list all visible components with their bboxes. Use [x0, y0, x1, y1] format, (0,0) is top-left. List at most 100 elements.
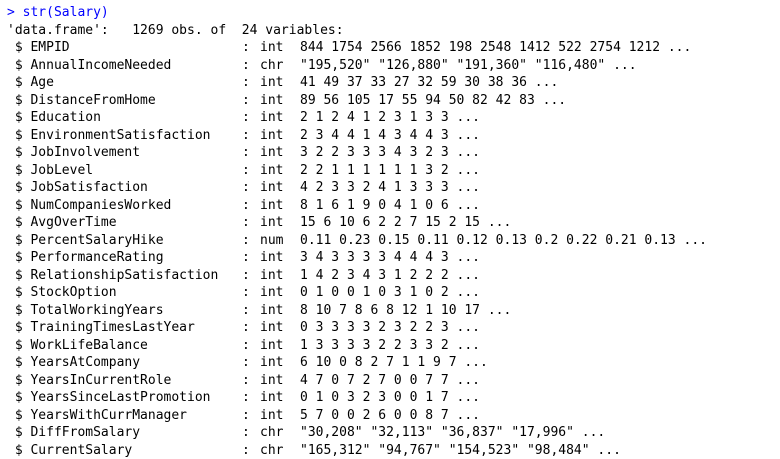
prompt-symbol: > [7, 5, 15, 20]
variable-values: 0.11 0.23 0.15 0.11 0.12 0.13 0.2 0.22 0… [300, 232, 707, 248]
variable-type: int [260, 75, 284, 90]
variable-name: $ YearsSinceLastPromotion [7, 390, 211, 405]
separator-colon: : [242, 337, 250, 353]
separator-colon: : [242, 215, 250, 230]
variable-name: $ JobInvolvement [7, 145, 141, 160]
variable-name: $ EnvironmentSatisfaction [7, 127, 211, 143]
variable-name: $ WorkLifeBalance [7, 337, 148, 353]
separator-colon: : [242, 110, 250, 125]
variable-type: int [260, 337, 284, 353]
separator-colon: : [242, 127, 250, 143]
variable-row: $ DistanceFromHome: int 89 56 105 17 55 94… [7, 92, 780, 110]
variable-type: int [260, 197, 284, 213]
variable-name: $ TrainingTimesLastYear [7, 320, 195, 335]
variable-values: 41 49 37 33 27 32 59 30 38 36 ... [300, 75, 559, 90]
variable-name: $ StockOption [7, 285, 117, 300]
variable-values: 0 1 0 3 2 3 0 0 1 7 ... [300, 390, 481, 405]
variable-type: int [260, 390, 284, 405]
variable-row: $ JobLevel: int 2 2 1 1 1 1 1 1 3 2 ... [7, 162, 780, 180]
variable-row: $ PercentSalaryHike: num 0.11 0.23 0.15 0.… [7, 232, 780, 250]
variable-row: $ RelationshipSatisfaction: int 1 4 2 3 4 … [7, 267, 780, 285]
variable-row: $ AnnualIncomeNeeded: chr "195,520" "126,8… [7, 57, 780, 75]
variable-row: $ JobInvolvement: int 3 2 2 3 3 3 4 3 2 3 … [7, 144, 780, 162]
separator-colon: : [242, 390, 250, 405]
variable-row: $ TrainingTimesLastYear: int 0 3 3 3 3 2 3… [7, 319, 780, 337]
variable-name: $ YearsWithCurrManager [7, 407, 188, 423]
command-line[interactable]: > str(Salary) [7, 4, 780, 22]
separator-colon: : [242, 75, 250, 90]
separator-colon: : [242, 425, 250, 440]
variable-type: int [260, 285, 284, 300]
variable-values: 0 1 0 0 1 0 3 1 0 2 ... [300, 285, 481, 300]
variable-values: 2 3 4 4 1 4 3 4 4 3 ... [300, 127, 481, 143]
variable-values: 89 56 105 17 55 94 50 82 42 83 ... [300, 92, 567, 108]
variable-values: 4 7 0 7 2 7 0 0 7 7 ... [300, 372, 481, 388]
variable-type: int [260, 110, 284, 125]
variable-type: int [260, 320, 284, 335]
variable-values: "195,520" "126,880" "191,360" "116,480" … [300, 57, 637, 73]
variable-name: $ JobLevel [7, 162, 94, 178]
separator-colon: : [242, 232, 250, 248]
variable-list: $ EMPID: int 844 1754 2566 1852 198 2548 1… [7, 39, 780, 459]
variable-name: $ Age [7, 75, 54, 90]
variable-values: 1 3 3 3 3 2 2 3 3 2 ... [300, 337, 481, 353]
separator-colon: : [242, 267, 250, 283]
separator-colon: : [242, 250, 250, 265]
variable-type: int [260, 355, 284, 370]
variable-values: 3 4 3 3 3 3 4 4 4 3 ... [300, 250, 481, 265]
separator-colon: : [242, 407, 250, 423]
variable-name: $ TotalWorkingYears [7, 302, 164, 318]
variable-values: "165,312" "94,767" "154,523" "98,484" ..… [300, 442, 621, 458]
variable-type: chr [260, 442, 284, 458]
variable-row: $ NumCompaniesWorked: int 8 1 6 1 9 0 4 1 … [7, 197, 780, 215]
variable-type: int [260, 92, 284, 108]
variable-values: 5 7 0 0 2 6 0 0 8 7 ... [300, 407, 481, 423]
variable-name: $ NumCompaniesWorked [7, 197, 172, 213]
variable-type: int [260, 267, 284, 283]
variable-name: $ AvgOverTime [7, 215, 117, 230]
variable-values: 844 1754 2566 1852 198 2548 1412 522 275… [300, 40, 692, 55]
variable-name: $ RelationshipSatisfaction [7, 267, 219, 283]
variable-type: chr [260, 425, 284, 440]
variable-name: $ DistanceFromHome [7, 92, 156, 108]
variable-values: 8 1 6 1 9 0 4 1 0 6 ... [300, 197, 481, 213]
variable-row: $ CurrentSalary: chr "165,312" "94,767" "1… [7, 442, 780, 459]
variable-values: 2 2 1 1 1 1 1 1 3 2 ... [300, 162, 481, 178]
variable-values: "30,208" "32,113" "36,837" "17,996" ... [300, 425, 606, 440]
variable-row: $ DiffFromSalary: chr "30,208" "32,113" "3… [7, 424, 780, 442]
separator-colon: : [242, 40, 250, 55]
separator-colon: : [242, 320, 250, 335]
separator-colon: : [242, 162, 250, 178]
variable-row: $ YearsInCurrentRole: int 4 7 0 7 2 7 0 0 … [7, 372, 780, 390]
separator-colon: : [242, 355, 250, 370]
variable-name: $ CurrentSalary [7, 442, 133, 458]
variable-row: $ WorkLifeBalance: int 1 3 3 3 3 2 2 3 3 2… [7, 337, 780, 355]
variable-type: int [260, 40, 284, 55]
variable-name: $ PercentSalaryHike [7, 232, 164, 248]
variable-values: 6 10 0 8 2 7 1 1 9 7 ... [300, 355, 488, 370]
variable-row: $ YearsWithCurrManager: int 5 7 0 0 2 6 0 … [7, 407, 780, 425]
variable-row: $ JobSatisfaction: int 4 2 3 3 2 4 1 3 3 3… [7, 179, 780, 197]
variable-row: $ PerformanceRating: int 3 4 3 3 3 3 4 4 4… [7, 249, 780, 267]
variable-type: num [260, 232, 284, 248]
separator-colon: : [242, 372, 250, 388]
variable-type: int [260, 407, 284, 423]
variable-row: $ AvgOverTime: int 15 6 10 6 2 2 7 15 2 15… [7, 214, 780, 232]
variable-name: $ YearsAtCompany [7, 355, 141, 370]
separator-colon: : [242, 197, 250, 213]
variable-row: $ Age: int 41 49 37 33 27 32 59 30 38 36 .… [7, 74, 780, 92]
variable-row: $ YearsAtCompany: int 6 10 0 8 2 7 1 1 9 7… [7, 354, 780, 372]
command-text: str(Salary) [22, 5, 109, 20]
variable-type: int [260, 215, 284, 230]
variable-row: $ YearsSinceLastPromotion: int 0 1 0 3 2 3… [7, 389, 780, 407]
variable-row: $ StockOption: int 0 1 0 0 1 0 3 1 0 2 ... [7, 284, 780, 302]
variable-name: $ DiffFromSalary [7, 425, 141, 440]
variable-values: 8 10 7 8 6 8 12 1 10 17 ... [300, 302, 512, 318]
separator-colon: : [242, 180, 250, 195]
variable-values: 2 1 2 4 1 2 3 1 3 3 ... [300, 110, 481, 125]
r-console: > str(Salary) 'data.frame': 1269 obs. of… [0, 0, 780, 459]
variable-name: $ AnnualIncomeNeeded [7, 57, 172, 73]
variable-values: 0 3 3 3 3 2 3 2 2 3 ... [300, 320, 481, 335]
variable-values: 1 4 2 3 4 3 1 2 2 2 ... [300, 267, 481, 283]
variable-name: $ Education [7, 110, 101, 125]
